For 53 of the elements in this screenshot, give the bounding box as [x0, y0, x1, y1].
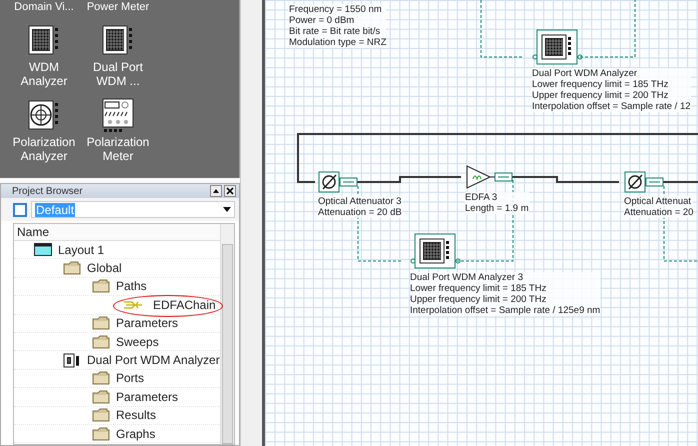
tree-item[interactable]: Global — [63, 261, 122, 276]
folder-icon — [63, 261, 81, 276]
component-properties: Optical Attenuator 3 Attenuation = 20 dB — [318, 196, 402, 218]
triangle-up-icon — [212, 187, 220, 195]
scrollbar[interactable] — [220, 224, 234, 444]
polarization-meter-icon — [102, 98, 134, 132]
library-item[interactable]: Dual Port WDM ... — [84, 21, 152, 88]
tree-item[interactable]: Layout 1 — [34, 242, 104, 257]
panel-title: Project Browser — [12, 186, 83, 196]
folder-icon — [92, 426, 110, 441]
spectrum-analyzer-icon — [28, 25, 60, 55]
spectrum-analyzer-drawing — [532, 29, 584, 65]
optical-attenuator-drawing — [624, 171, 664, 193]
close-button[interactable] — [224, 185, 236, 197]
spectrum-analyzer-icon — [102, 25, 134, 55]
tree-item[interactable]: EDFAChain — [121, 298, 216, 312]
library-item[interactable]: WDM Analyzer — [10, 21, 78, 88]
close-icon — [226, 187, 234, 195]
folder-icon — [92, 279, 110, 294]
folder-icon — [92, 334, 110, 349]
tree-item[interactable]: Dual Port WDM Analyzer — [63, 352, 220, 368]
component-properties: EDFA 3 Length = 1.9 m — [465, 192, 529, 214]
component-properties: Optical Attenuat Attenuation = 20 — [624, 196, 694, 218]
optical-attenuator-drawing — [318, 171, 358, 193]
folder-icon — [92, 316, 110, 330]
tree-item[interactable]: Ports — [92, 371, 144, 386]
tree-item[interactable]: Parameters — [92, 316, 178, 330]
pin-button[interactable] — [210, 185, 222, 197]
folder-icon — [92, 390, 110, 404]
document-icon — [13, 202, 27, 216]
tree-item[interactable]: Paths — [92, 279, 147, 294]
folder-icon — [92, 371, 110, 386]
library-item[interactable]: Polarization Analyzer — [10, 96, 78, 163]
caret-icon — [223, 207, 231, 212]
tree-item[interactable]: Parameters — [92, 390, 178, 404]
source-properties: Frequency = 1550 nm Power = 0 dBm Bit rate = Bit rate bit/s Modulation type = NRZ — [289, 4, 386, 48]
library-item[interactable]: Polarization Meter — [84, 96, 152, 163]
column-header[interactable]: Name — [14, 224, 220, 241]
tree-item[interactable]: Sweeps — [92, 334, 159, 349]
window-icon — [34, 243, 52, 256]
path-icon — [123, 298, 143, 311]
tree-item[interactable]: Graphs — [92, 426, 156, 441]
component-properties: Dual Port WDM Analyzer 3 Lower frequency limit = 185 THz Upper frequency limit = 200 THz Interpolation offset = Sample rate / 125e9 nm — [410, 272, 600, 316]
folder-icon — [92, 408, 110, 422]
spectrum-analyzer-drawing — [410, 233, 462, 269]
component-properties: Dual Port WDM Analyzer Lower frequency limit = 185 THz Upper frequency limit = 200 THz Interpolation offset = Sample rate / 12 — [532, 68, 691, 112]
analyzer-icon — [63, 352, 81, 368]
tree-item[interactable]: Results — [92, 408, 156, 422]
splitter[interactable] — [240, 0, 265, 446]
polarization-sphere-icon — [28, 100, 60, 130]
edfa-amplifier-drawing — [465, 165, 513, 189]
library-item[interactable]: Domain Vi... — [10, 1, 78, 13]
library-item[interactable]: Power Meter — [84, 1, 152, 13]
